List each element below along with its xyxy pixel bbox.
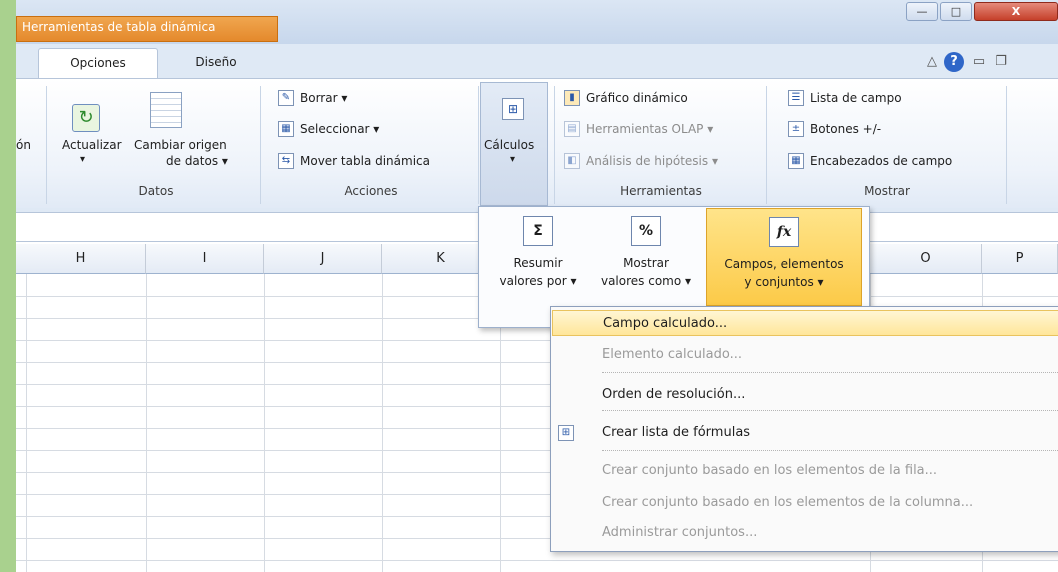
lista-de-campo-button[interactable]: Lista de campo [810, 91, 902, 105]
minimize-ribbon-icon[interactable]: △ [924, 52, 940, 72]
menu-item-orden-resolucion[interactable]: Orden de resolución... [552, 382, 1058, 408]
group-label-datos: Datos [138, 184, 174, 198]
mostrar-valores-como-button[interactable]: % Mostrar valores como ▾ [588, 208, 704, 306]
campos-elementos-conjuntos-button[interactable]: fx Campos, elementos y conjuntos ▾ [706, 208, 862, 306]
maximize-window-button[interactable]: □ [940, 2, 972, 21]
borrar-button[interactable]: Borrar ▾ [300, 91, 347, 105]
eraser-icon: ✎ [278, 90, 294, 106]
tab-strip [16, 44, 1058, 78]
field-list-icon: ☰ [788, 90, 804, 106]
group-label-acciones: Acciones [344, 184, 398, 198]
group-separator [478, 86, 479, 204]
close-window-button[interactable]: X [974, 2, 1058, 21]
tab-opciones[interactable]: Opciones [38, 48, 158, 78]
resumir-label-line2: valores por ▾ [499, 274, 577, 288]
actualizar-button[interactable]: Actualizar [62, 138, 122, 152]
group-separator [766, 86, 767, 204]
percent-icon: % [631, 216, 661, 246]
analisis-hipotesis-button[interactable]: Análisis de hipótesis ▾ [586, 154, 718, 168]
cut-off-button-label: ón [16, 138, 31, 152]
help-icon[interactable]: ? [944, 52, 964, 72]
resumir-label-line1: Resumir [513, 256, 563, 270]
context-tab-group-label: Herramientas de tabla dinámica [22, 20, 216, 34]
menu-item-crear-conjunto-columna[interactable]: Crear conjunto basado en los elementos d… [552, 490, 1058, 516]
menu-item-crear-conjunto-fila[interactable]: Crear conjunto basado en los elementos d… [552, 458, 1058, 484]
botones-button[interactable]: Botones +/- [810, 122, 881, 136]
column-header-p[interactable]: P [982, 244, 1058, 274]
calculator-icon: ⊞ [502, 98, 524, 120]
plus-minus-buttons-icon: ± [788, 121, 804, 137]
cambiar-origen-button[interactable]: Cambiar origen [134, 138, 227, 152]
column-header-h[interactable]: H [16, 244, 146, 274]
column-header-o[interactable]: O [870, 244, 982, 274]
group-separator [1006, 86, 1007, 204]
sigma-icon: Σ [523, 216, 553, 246]
seleccionar-button[interactable]: Seleccionar ▾ [300, 122, 379, 136]
what-if-icon: ◧ [564, 153, 580, 169]
mostrar-label-line1: Mostrar [623, 256, 669, 270]
refresh-icon: ↻ [72, 104, 100, 132]
menu-item-crear-lista-formulas[interactable]: Crear lista de fórmulas [552, 420, 1058, 446]
cambiar-origen-button-line2: de datos ▾ [166, 154, 228, 168]
excel-window: Herramientas de tabla dinámica — □ X Opc… [16, 0, 1058, 572]
field-headers-icon: ▦ [788, 153, 804, 169]
function-icon: fx [769, 217, 799, 247]
column-header-j[interactable]: J [264, 244, 382, 274]
column-header-i[interactable]: I [146, 244, 264, 274]
grid-line [16, 560, 1058, 561]
resumir-valores-por-button[interactable]: Σ Resumir valores por ▾ [490, 208, 586, 306]
workbook-minimize-icon[interactable]: ▭ [970, 52, 988, 72]
mover-tabla-button[interactable]: Mover tabla dinámica [300, 154, 430, 168]
calculos-label: Cálculos [484, 138, 535, 152]
move-table-icon: ⇆ [278, 153, 294, 169]
group-separator [260, 86, 261, 204]
minimize-window-button[interactable]: — [906, 2, 938, 21]
herramientas-olap-button[interactable]: Herramientas OLAP ▾ [586, 122, 713, 136]
menu-item-campo-calculado[interactable]: Campo calculado... [552, 310, 1058, 336]
actualizar-caret: ▾ [80, 154, 86, 165]
group-label-mostrar: Mostrar [864, 184, 910, 198]
group-separator [46, 86, 47, 204]
menu-separator [602, 372, 1058, 373]
select-icon: ▦ [278, 121, 294, 137]
mostrar-label-line2: valores como ▾ [600, 274, 692, 288]
olap-tools-icon: ▤ [564, 121, 580, 137]
group-label-herramientas: Herramientas [620, 184, 702, 198]
pivot-chart-icon: ▮ [564, 90, 580, 106]
grafico-dinamico-button[interactable]: Gráfico dinámico [586, 91, 688, 105]
menu-item-elemento-calculado[interactable]: Elemento calculado... [552, 342, 1058, 368]
campos-label-line1: Campos, elementos [724, 257, 844, 271]
change-source-icon [150, 92, 182, 128]
menu-item-administrar-conjuntos[interactable]: Administrar conjuntos... [552, 520, 1058, 546]
encabezados-de-campo-button[interactable]: Encabezados de campo [810, 154, 952, 168]
menu-separator [602, 450, 1058, 451]
workbook-restore-icon[interactable]: ❐ [992, 52, 1010, 72]
calculos-caret: ▾ [510, 154, 516, 165]
menu-separator [602, 410, 1058, 411]
campos-label-line2: y conjuntos ▾ [744, 275, 824, 289]
group-separator [554, 86, 555, 204]
tab-diseno[interactable]: Diseño [176, 48, 256, 78]
